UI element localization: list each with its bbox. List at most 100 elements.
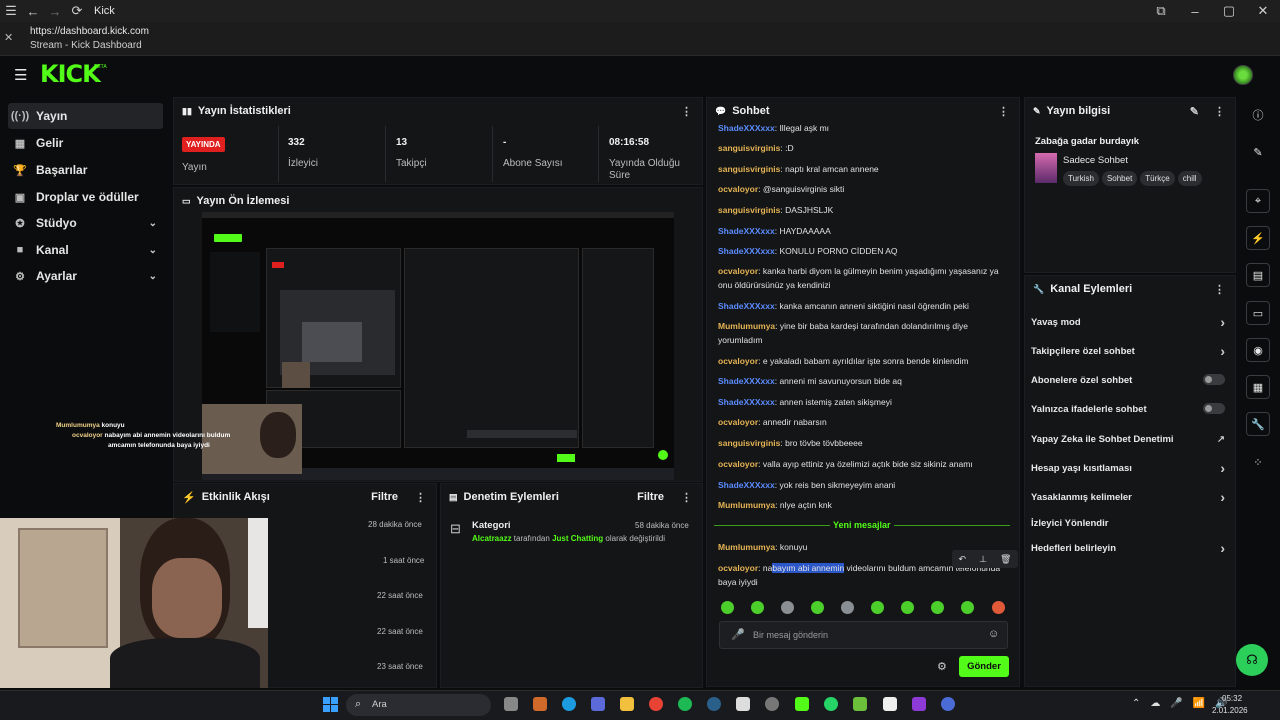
moderation-filter-button[interactable]: Filtre	[637, 491, 664, 503]
broadcast-rail-icon[interactable]: ◉	[1246, 338, 1270, 362]
more-icon[interactable]: ⋮	[1214, 283, 1225, 296]
stream-preview-video[interactable]	[202, 212, 674, 480]
chat-username[interactable]: ocvaloyor	[718, 266, 758, 276]
whatsapp-icon[interactable]	[824, 697, 838, 711]
app-icon[interactable]	[941, 697, 955, 711]
send-button[interactable]: Gönder	[959, 656, 1009, 677]
chat-username[interactable]: ocvaloyor	[718, 459, 758, 469]
more-icon[interactable]: ⋮	[681, 105, 692, 118]
more-icon[interactable]: ⋮	[998, 105, 1009, 118]
channel-action-row[interactable]: Yavaş mod ›	[1031, 314, 1231, 330]
reply-icon[interactable]: ↶	[959, 554, 967, 565]
tray-icons[interactable]: ⌃☁🎤📶🔊	[1132, 698, 1238, 709]
chat-username[interactable]: sanguisvirginis	[718, 164, 780, 174]
sidebar-item-yayin[interactable]: ((·)) Yayın	[8, 103, 163, 129]
sidebar-item-gelir[interactable]: ▦ Gelir	[8, 130, 163, 156]
chat-settings-icon[interactable]: ⚙	[937, 660, 947, 673]
folder-icon[interactable]	[620, 697, 634, 711]
channel-action-row[interactable]: Hedefleri belirleyin ›	[1031, 540, 1231, 556]
chat-username[interactable]: Mumlumumya	[718, 500, 775, 510]
emote-icon[interactable]	[781, 601, 794, 614]
emote-icon[interactable]	[721, 601, 734, 614]
chat-username[interactable]: ShadeXXXxxx	[718, 226, 775, 236]
channel-action-row[interactable]: Hesap yaşı kısıtlaması ›	[1031, 460, 1231, 476]
sidebar-item-kanal[interactable]: ■ Kanal ⌄	[8, 237, 163, 263]
pin-icon[interactable]: ⊥	[979, 554, 987, 565]
microphone-icon[interactable]: 🎤	[731, 628, 745, 641]
chat-username[interactable]: sanguisvirginis	[718, 205, 780, 215]
app-icon[interactable]	[912, 697, 926, 711]
app-icon[interactable]	[883, 697, 897, 711]
lightning-rail-icon[interactable]: ⚡	[1246, 226, 1270, 250]
chat-username[interactable]: ocvaloyor	[718, 417, 758, 427]
emote-icon[interactable]	[811, 601, 824, 614]
app-icon[interactable]	[533, 697, 547, 711]
chat-username[interactable]: sanguisvirginis	[718, 438, 780, 448]
wrench-rail-icon[interactable]: 🔧	[1246, 412, 1270, 436]
back-icon[interactable]: ←	[22, 0, 44, 22]
toggle-switch[interactable]	[1203, 403, 1225, 414]
apps-icon[interactable]: ⁘	[1246, 450, 1270, 474]
close-window-icon[interactable]: ✕	[1246, 0, 1280, 22]
emote-icon[interactable]	[751, 601, 764, 614]
channel-action-row[interactable]: İzleyici Yönlendir	[1031, 518, 1231, 529]
channel-action-row[interactable]: Yalnızca ifadelerle sohbet	[1031, 403, 1231, 415]
spotify-icon[interactable]	[678, 697, 692, 711]
emoji-icon[interactable]: ☺	[988, 628, 999, 640]
sidebar-item-studyo[interactable]: ✪ Stüdyo ⌄	[8, 210, 163, 236]
sidebar-item-droplar[interactable]: ▣ Droplar ve ödüller	[8, 184, 163, 210]
app-icon[interactable]	[765, 697, 779, 711]
kick-app-icon[interactable]	[795, 697, 809, 711]
info-icon[interactable]: ⓘ	[1246, 103, 1270, 127]
app-icon[interactable]	[853, 697, 867, 711]
chat-username[interactable]: sanguisvirginis	[718, 143, 780, 153]
task-view-icon[interactable]	[504, 697, 518, 711]
emote-icon[interactable]	[841, 601, 854, 614]
chat-input-box[interactable]: 🎤 Bir mesaj gönderin ☺	[719, 621, 1008, 649]
chrome-icon[interactable]	[649, 697, 663, 711]
emote-icon[interactable]	[992, 601, 1005, 614]
app-icon[interactable]	[736, 697, 750, 711]
chat-input[interactable]: Bir mesaj gönderin	[753, 630, 828, 640]
more-icon[interactable]: ⋮	[1214, 105, 1225, 118]
chat-username[interactable]: ShadeXXXxxx	[718, 123, 775, 133]
sidebar-item-ayarlar[interactable]: ⚙ Ayarlar ⌄	[8, 263, 163, 289]
delete-icon[interactable]: 🗑	[1000, 554, 1011, 565]
target-icon[interactable]: ⌖	[1246, 189, 1270, 213]
sidebar-item-basarilar[interactable]: 🏆 Başarılar	[8, 157, 163, 183]
forward-icon[interactable]: →	[44, 0, 66, 22]
channel-action-row[interactable]: Abonelere özel sohbet	[1031, 374, 1231, 386]
channel-action-row[interactable]: Takipçilere özel sohbet ›	[1031, 343, 1231, 359]
channel-action-row[interactable]: Yasaklanmış kelimeler ›	[1031, 489, 1231, 505]
chat-username[interactable]: ocvaloyor	[718, 563, 758, 573]
emote-icon[interactable]	[961, 601, 974, 614]
support-icon[interactable]: ☊	[1236, 644, 1268, 676]
store-icon[interactable]	[591, 697, 605, 711]
document-icon[interactable]: ▤	[1246, 263, 1270, 287]
channel-action-row[interactable]: Yapay Zeka ile Sohbet Denetimi ↗	[1031, 434, 1231, 445]
edit-icon[interactable]: ✎	[1190, 105, 1199, 118]
emote-icon[interactable]	[931, 601, 944, 614]
reload-icon[interactable]: ⟳	[66, 0, 88, 22]
chat-username[interactable]: ShadeXXXxxx	[718, 246, 775, 256]
maximize-icon[interactable]: ▢	[1212, 0, 1246, 22]
chat-username[interactable]: ShadeXXXxxx	[718, 376, 775, 386]
emote-icon[interactable]	[871, 601, 884, 614]
chat-username[interactable]: ShadeXXXxxx	[718, 480, 775, 490]
chat-username[interactable]: ocvaloyor	[718, 356, 758, 366]
taskbar-search[interactable]: ⌕ Ara	[346, 694, 491, 716]
moderation-rail-icon[interactable]: ▦	[1246, 375, 1270, 399]
chat-username[interactable]: ShadeXXXxxx	[718, 301, 775, 311]
emote-icon[interactable]	[901, 601, 914, 614]
edge-icon[interactable]	[562, 697, 576, 711]
hamburger-icon[interactable]: ☰	[14, 66, 27, 84]
extensions-icon[interactable]: ⧉	[1144, 0, 1178, 22]
chat-username[interactable]: Mumlumumya	[718, 542, 775, 552]
chat-username[interactable]: ocvaloyor	[718, 184, 758, 194]
pencil-rail-icon[interactable]: ✎	[1246, 140, 1270, 164]
minimize-icon[interactable]: –	[1178, 0, 1212, 22]
steam-icon[interactable]	[707, 697, 721, 711]
url-text[interactable]: https://dashboard.kick.com	[30, 26, 149, 37]
close-tab-icon[interactable]: ✕	[4, 31, 13, 44]
more-icon[interactable]: ⋮	[681, 491, 692, 504]
